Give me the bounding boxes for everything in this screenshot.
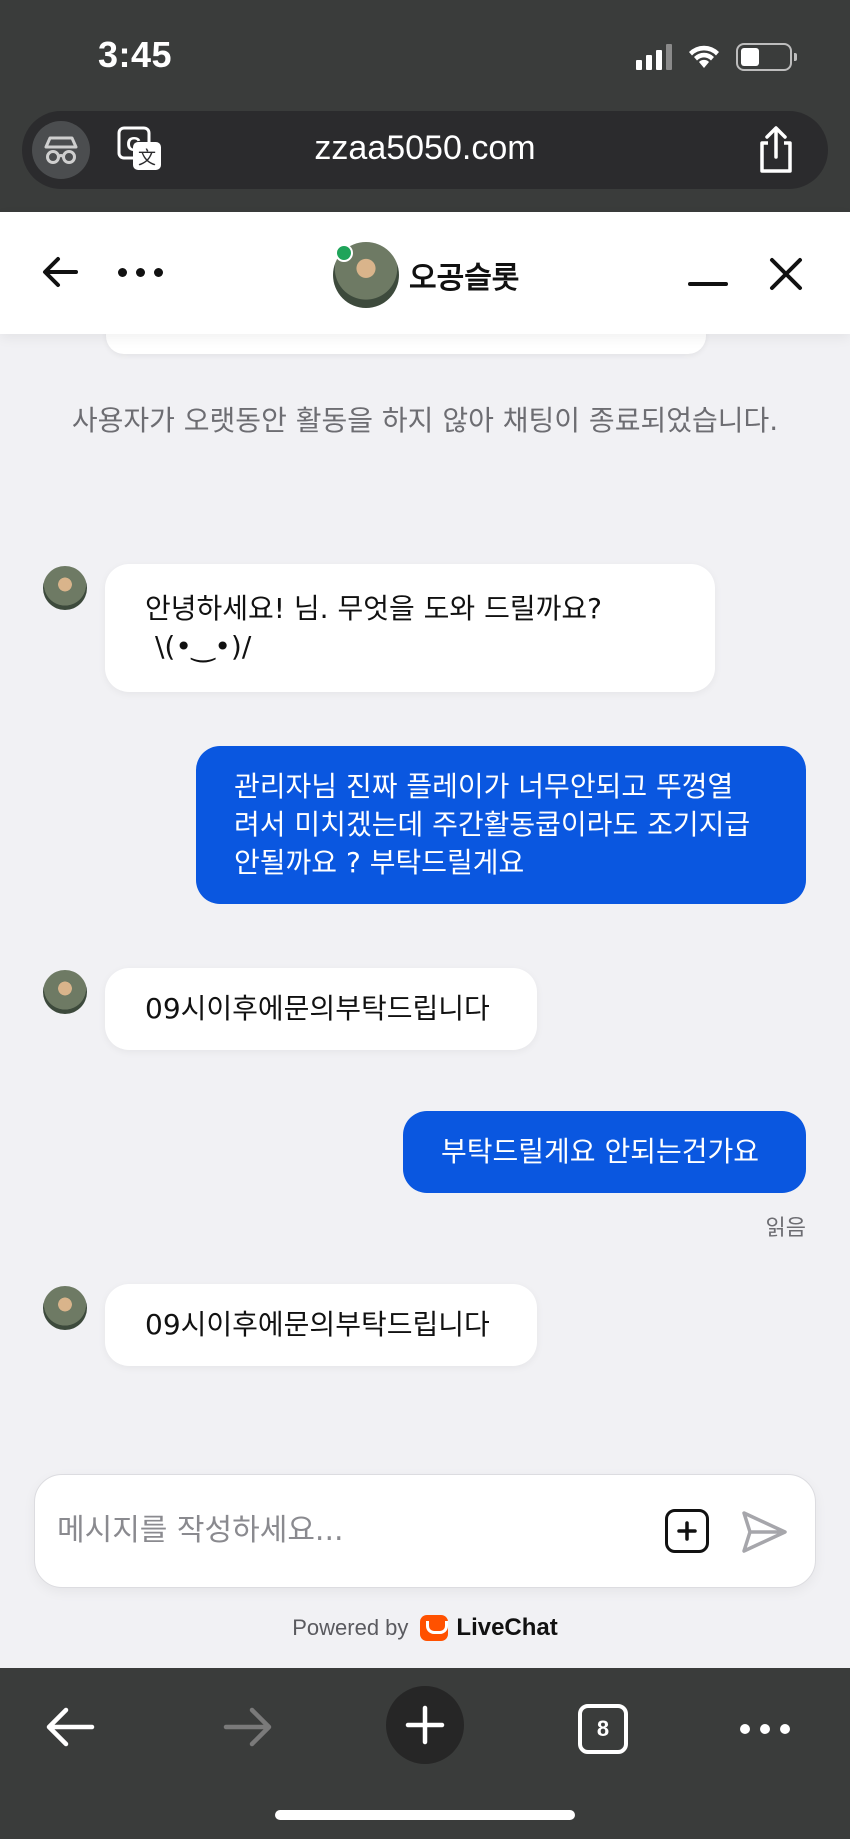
agent-avatar-small: [43, 1286, 87, 1330]
system-message: 사용자가 오랫동안 활동을 하지 않아 채팅이 종료되었습니다.: [71, 404, 779, 437]
message-composer: [34, 1474, 816, 1588]
browser-bottom-bar: 8: [0, 1668, 850, 1839]
new-tab-button[interactable]: [386, 1686, 464, 1764]
message-line: 안될까요 ? 부탁드릴게요: [234, 846, 525, 879]
cellular-signal-icon: [636, 44, 672, 70]
url-text[interactable]: zzaa5050.com: [22, 129, 828, 168]
chat-messages: 사용자가 오랫동안 활동을 하지 않아 채팅이 종료되었습니다. 안녕하세요! …: [0, 314, 850, 1668]
agent-avatar-small: [43, 970, 87, 1014]
message-line: 부탁드릴게요 안되는건가요: [441, 1135, 760, 1168]
minimize-icon[interactable]: [688, 282, 728, 286]
message-line: 09시이후에문의부탁드립니다: [145, 1308, 490, 1341]
status-time: 3:45: [98, 34, 173, 75]
add-attachment-icon[interactable]: [665, 1509, 709, 1553]
message-line: 관리자님 진짜 플레이가 너무안되고 뚜껑열: [234, 770, 734, 803]
battery-icon: [736, 43, 797, 71]
message-line: 09시이후에문의부탁드립니다: [145, 992, 490, 1025]
message-line: \(•‿•)/: [155, 630, 252, 663]
url-bar[interactable]: G 文 zzaa5050.com: [22, 111, 828, 189]
agent-name: 오공슬롯: [409, 261, 520, 296]
agent-message-bubble: 09시이후에문의부탁드립니다: [105, 1284, 537, 1366]
chat-header: 오공슬롯: [0, 212, 850, 334]
home-indicator: [275, 1810, 575, 1820]
agent-avatar-small: [43, 566, 87, 610]
tabs-count-button[interactable]: 8: [578, 1704, 628, 1754]
more-options-icon[interactable]: [118, 268, 163, 277]
livechat-logo-icon: [420, 1615, 449, 1641]
user-message-bubble: 관리자님 진짜 플레이가 너무안되고 뚜껑열 려서 미치겠는데 주간활동쿱이라도…: [196, 746, 806, 904]
status-icons: [636, 40, 797, 74]
nav-back-icon[interactable]: [44, 1702, 96, 1752]
user-message-bubble: 부탁드릴게요 안되는건가요: [403, 1111, 806, 1193]
wifi-icon: [689, 45, 719, 68]
livechat-brand: LiveChat: [456, 1614, 558, 1641]
message-line: 려서 미치겠는데 주간활동쿱이라도 조기지급: [234, 808, 751, 841]
nav-forward-icon[interactable]: [222, 1702, 274, 1752]
message-line: 안녕하세요! 님. 무엇을 도와 드릴까요?: [145, 592, 602, 625]
close-icon[interactable]: [768, 256, 804, 292]
message-input[interactable]: [57, 1505, 657, 1555]
online-status-dot: [335, 244, 353, 262]
agent-info: 오공슬롯: [333, 242, 519, 308]
send-icon[interactable]: [739, 1507, 789, 1557]
more-menu-icon[interactable]: [740, 1724, 790, 1734]
agent-message-bubble: 안녕하세요! 님. 무엇을 도와 드릴까요? \(•‿•)/: [105, 564, 715, 692]
plus-icon: [405, 1705, 445, 1745]
back-arrow-icon[interactable]: [40, 252, 80, 292]
browser-top-bar: 3:45 G 文 zzaa5050.com: [0, 0, 850, 212]
share-icon[interactable]: [754, 125, 798, 175]
read-receipt: 읽음: [765, 1216, 806, 1241]
agent-message-bubble: 09시이후에문의부탁드립니다: [105, 968, 537, 1050]
powered-by-footer[interactable]: Powered by LiveChat: [0, 1614, 850, 1642]
agent-avatar: [333, 242, 399, 308]
powered-by-text: Powered by: [292, 1615, 409, 1640]
